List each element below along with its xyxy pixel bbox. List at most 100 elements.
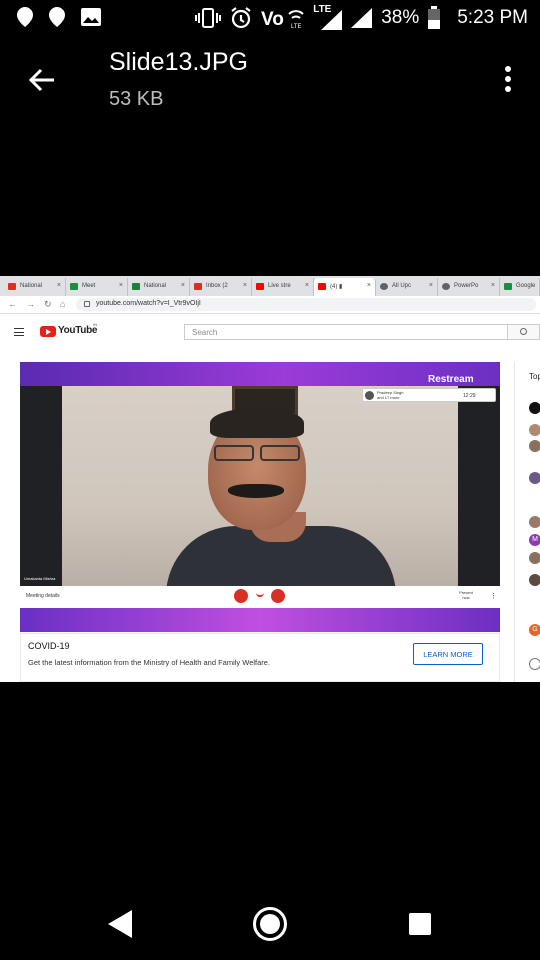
home-icon[interactable]: ⌂ (60, 299, 65, 309)
close-icon[interactable]: × (181, 282, 185, 289)
nav-back-icon[interactable] (108, 910, 132, 938)
present-now-button[interactable]: Present now (456, 590, 476, 600)
tab-label: All Upc (392, 283, 412, 289)
tab-label: Google (516, 283, 536, 289)
tab-label: Live stre (268, 283, 291, 289)
tab-favicon-icon (318, 283, 326, 290)
speaker-glasses (200, 445, 304, 461)
browser-tab[interactable]: Live stre × (252, 278, 314, 296)
avatar: G (529, 624, 540, 636)
youtube-search-input[interactable]: Search (184, 324, 508, 340)
browser-back-icon[interactable]: ← (8, 299, 17, 309)
status-bar: Vo LTE LTE 38% 5:23 PM (0, 0, 540, 36)
svg-text:Vo: Vo (261, 9, 284, 30)
back-button[interactable] (22, 60, 62, 100)
avatar (529, 574, 540, 586)
signal-strength: LTE (313, 4, 343, 30)
more-options-button[interactable] (496, 64, 520, 94)
covid-description: Get the latest information from the Mini… (28, 658, 271, 667)
stream-banner-bottom (20, 608, 500, 632)
tab-favicon-icon (70, 283, 78, 290)
covid-title: COVID-19 (28, 641, 70, 651)
chat-header[interactable]: Top (529, 372, 540, 381)
speaker-video (62, 386, 458, 596)
signal-icon (321, 10, 343, 30)
hamburger-menu-icon[interactable] (14, 328, 24, 336)
signal-icon (351, 8, 373, 28)
browser-tab[interactable]: All Upc × (376, 278, 438, 296)
file-size: 53 KB (109, 88, 164, 110)
close-icon[interactable]: × (491, 282, 495, 289)
volte-icon: Vo LTE (261, 9, 304, 30)
browser-tab-active[interactable]: (4) ▮ × (314, 278, 376, 296)
tab-favicon-icon (132, 283, 140, 290)
close-icon[interactable]: × (57, 282, 61, 289)
hang-up-icon[interactable] (256, 593, 264, 597)
clock: 5:23 PM (457, 7, 528, 28)
speaker-hair (210, 408, 304, 438)
avatar (529, 472, 540, 484)
tab-label: PowerPo (454, 283, 479, 289)
video-player[interactable]: Restream Pradeep Singh and 17 more 12:29 … (20, 362, 500, 632)
reload-icon[interactable]: ↻ (44, 299, 52, 310)
url-text: youtube.com/watch?v=I_Vtr9vOIjI (96, 300, 201, 307)
glasses-lens (260, 445, 300, 461)
tab-favicon-icon (8, 283, 16, 290)
close-icon[interactable]: × (119, 282, 123, 289)
nav-recents-icon[interactable] (409, 913, 431, 935)
location-icon (49, 7, 65, 27)
avatar (529, 440, 540, 452)
close-icon[interactable]: × (243, 282, 247, 289)
browser-tab-strip: National × Meet × National × Inbox (2 × Live… (0, 276, 540, 296)
more-vert-icon (505, 66, 511, 92)
tab-label: (4) ▮ (330, 284, 343, 290)
meeting-details-button[interactable]: Meeting details (26, 593, 60, 599)
browser-tab[interactable]: National × (4, 278, 66, 296)
alarm-icon (231, 7, 251, 29)
close-icon[interactable]: × (367, 282, 371, 289)
vibrate-icon (195, 8, 222, 28)
youtube-logo-icon[interactable] (40, 326, 56, 337)
glasses-lens (214, 445, 254, 461)
file-title: Slide13.JPG (109, 48, 248, 76)
more-vert-icon[interactable]: ⋮ (490, 592, 497, 600)
camera-off-icon[interactable] (271, 589, 285, 603)
speaker-name-tag: Umakanta Mishra (24, 576, 56, 581)
battery-percent: 38% (381, 7, 420, 28)
avatar (529, 402, 540, 414)
participant-avatar (365, 391, 374, 400)
browser-forward-icon[interactable]: → (26, 299, 35, 309)
url-field[interactable]: youtube.com/watch?v=I_Vtr9vOIjI (76, 298, 536, 311)
youtube-logo-text: YouTube (58, 325, 98, 336)
back-arrow-icon (28, 68, 54, 92)
image-icon (81, 8, 101, 26)
browser-tab[interactable]: PowerPo × (438, 278, 500, 296)
restream-brand: Restream (428, 374, 474, 385)
tab-label: Meet (82, 283, 96, 289)
battery-icon (428, 6, 441, 29)
browser-tab[interactable]: National × (128, 278, 190, 296)
browser-tab[interactable]: Meet × (66, 278, 128, 296)
mic-off-icon[interactable] (234, 589, 248, 603)
browser-address-bar: ← → ↻ ⌂ youtube.com/watch?v=I_Vtr9vOIjI (0, 296, 540, 314)
tab-label: Inbox (2 (206, 283, 228, 289)
location-icon (17, 7, 33, 27)
participant-tile-text: Pradeep Singh and 17 more (377, 390, 403, 400)
participant-tile: Pradeep Singh and 17 more 12:29 (362, 388, 496, 402)
close-icon[interactable]: × (305, 282, 309, 289)
image-viewer-content[interactable]: National × Meet × National × Inbox (2 × Live… (0, 276, 540, 682)
tab-favicon-icon (442, 283, 450, 290)
browser-tab[interactable]: Google (500, 278, 540, 296)
live-chat-panel: Top M G (514, 362, 540, 682)
search-button[interactable] (508, 324, 540, 340)
learn-more-button[interactable]: LEARN MORE (413, 643, 483, 665)
browser-tab[interactable]: Inbox (2 × (190, 278, 252, 296)
meeting-controls-bar: Meeting details Present now ⋮ (20, 586, 500, 608)
meeting-time: 12:29 (463, 393, 476, 399)
emoji-icon[interactable] (529, 658, 540, 670)
tab-label: National (144, 283, 167, 289)
participant-count: and 17 more (377, 395, 400, 400)
nav-home-icon[interactable] (253, 907, 287, 941)
app-bar: Slide13.JPG 53 KB (0, 36, 540, 126)
close-icon[interactable]: × (429, 282, 433, 289)
